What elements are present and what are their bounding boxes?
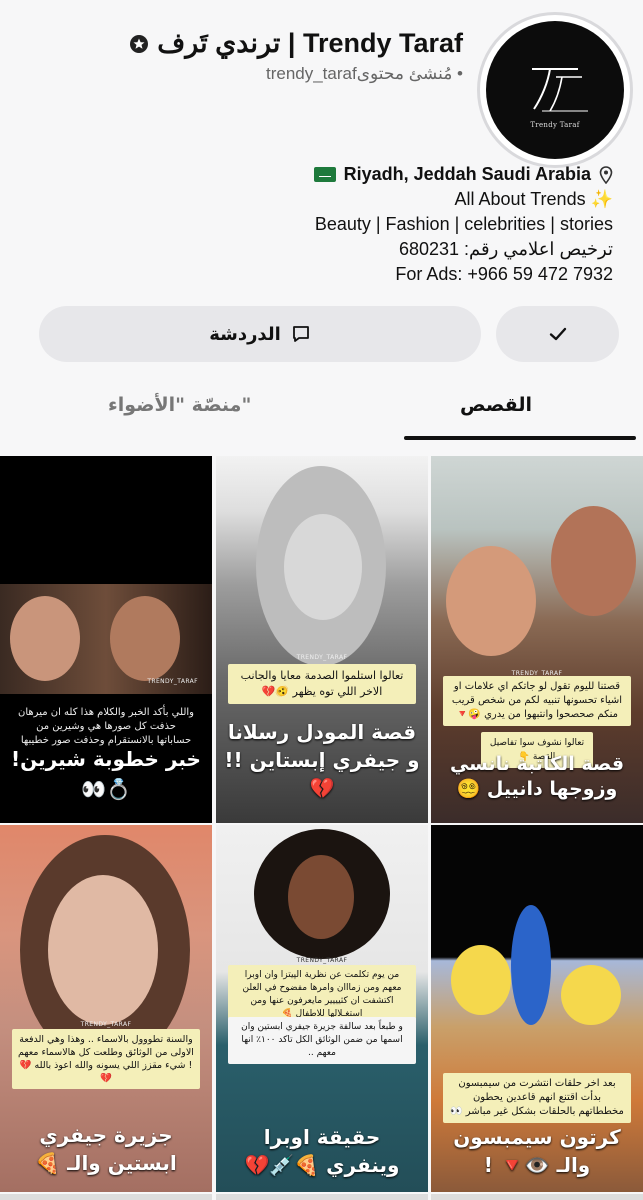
man-face [551,506,636,616]
display-name: ترندي تَرف | Trendy Taraf [157,28,463,58]
tab-stories[interactable]: القصص [460,394,532,416]
tab-spotlight[interactable]: منصّة "الأضواء" [108,394,251,416]
chat-icon [292,326,309,342]
tile-watermark: TRENDY_TARAF [80,1021,132,1028]
tile-caption: خبر خطوبة شيرين! 💍👀 [11,747,201,801]
tile-caption: جزيرة جيفري ابستين والـ 🍕 [35,1123,177,1175]
tile-note: بعد اخر حلقات انتشرت من سيمبسون بدأت اقت… [443,1073,631,1123]
marge-hair-shape [511,905,551,1025]
active-tab-indicator [404,436,636,440]
face-right [110,596,180,681]
bart-shape [561,965,621,1025]
story-tile[interactable]: TRENDY_TARAF والسنة تطووول بالاسماء .. و… [0,825,212,1192]
face-left [10,596,80,681]
story-tile[interactable]: بعد اخر حلقات انتشرت من سيمبسون بدأت اقت… [431,825,643,1192]
tile-note: تعالوا استلموا الصدمة معايا والجانب الاخ… [228,664,416,704]
chat-button[interactable]: الدردشة [39,306,481,362]
tile-note: والسنة تطووول بالاسماء .. وهذا وهي الدفع… [12,1029,200,1089]
tile-note: قصتنا لليوم تقول لو جاتكم اي علامات او ا… [443,676,631,726]
tile-watermark: TRENDY_TARAF [296,957,348,964]
location-pin-icon [599,165,613,184]
handle: trendy_taraf [265,64,357,83]
verified-badge-icon [130,34,149,53]
handle-row: trendy_tarafمُنشئ محتوى • [266,64,463,84]
face-shape [284,514,362,620]
trendy-taraf-logo: Trendy Taraf [512,47,598,133]
story-tile-partial[interactable] [431,1194,643,1200]
bio: Riyadh, Jeddah Saudi Arabia All About Tr… [313,162,614,287]
story-tile-partial[interactable] [216,1194,428,1200]
story-tile-partial[interactable] [0,1194,212,1200]
story-tile[interactable]: TRENDY_TARAF من يوم تكلمت عن نظرية الپيت… [216,825,428,1192]
tile-caption: كرتون سيمبسون والـ 👁️🔻 ! [453,1125,621,1177]
stories-grid: TRENDY_TARAF قصتنا لليوم تقول لو جاتكم ا… [0,456,643,1200]
face-shape [48,875,158,1025]
bio-license: ترخيص اعلامي رقم: 680231 [398,239,613,259]
tile-caption: قصة الكاتبة نانسي وزوجها دانييل 😵‍💫 [449,753,625,800]
tile-note-secondary: و طبعاً بعد سالفة جزيرة جيفري ابستين وان… [228,1017,416,1064]
tile-note: من يوم تكلمت عن نظرية الپيتزا وان اوبرا … [228,965,416,1025]
bio-categories: Beauty | Fashion | celebrities | stories [314,214,613,234]
homer-shape [451,945,511,1015]
story-tile[interactable]: TRENDY_TARAF واللي بأكد الخبر والكلام هذ… [0,456,212,823]
woman-face [446,546,536,656]
chat-button-label: الدردشة [209,323,281,345]
story-tile[interactable]: TRENDY_TARAF تعالوا استلموا الصدمة معايا… [216,456,428,823]
tile-watermark: TRENDY_TARAF [147,678,198,685]
creator-role: مُنشئ محتوى • [356,64,463,83]
story-tile[interactable]: TRENDY_TARAF قصتنا لليوم تقول لو جاتكم ا… [431,456,643,823]
tile-watermark: TRENDY_TARAF [296,654,348,661]
profile-name-row: ترندي تَرف | Trendy Taraf [129,28,463,59]
bio-location[interactable]: Riyadh, Jeddah Saudi Arabia [313,162,613,187]
tile-caption: قصة المودل رسلانا و جيفري إبستاين !! 💔 [224,720,420,800]
face-shape [288,855,354,939]
subscribed-button[interactable] [496,306,619,362]
bio-tagline: All About Trends ✨ [454,189,614,209]
logo-text: Trendy Taraf [530,121,580,129]
checkmark-icon [549,327,566,341]
bio-ads[interactable]: For Ads: +966 59 472 7932 [314,262,613,287]
saudi-flag-icon [313,167,336,182]
tile-caption: حقيقة اوبرا وينفري 🍕💉💔 [244,1125,400,1177]
avatar[interactable]: Trendy Taraf [486,21,624,159]
bio-location-text: Riyadh, Jeddah Saudi Arabia [343,164,591,184]
